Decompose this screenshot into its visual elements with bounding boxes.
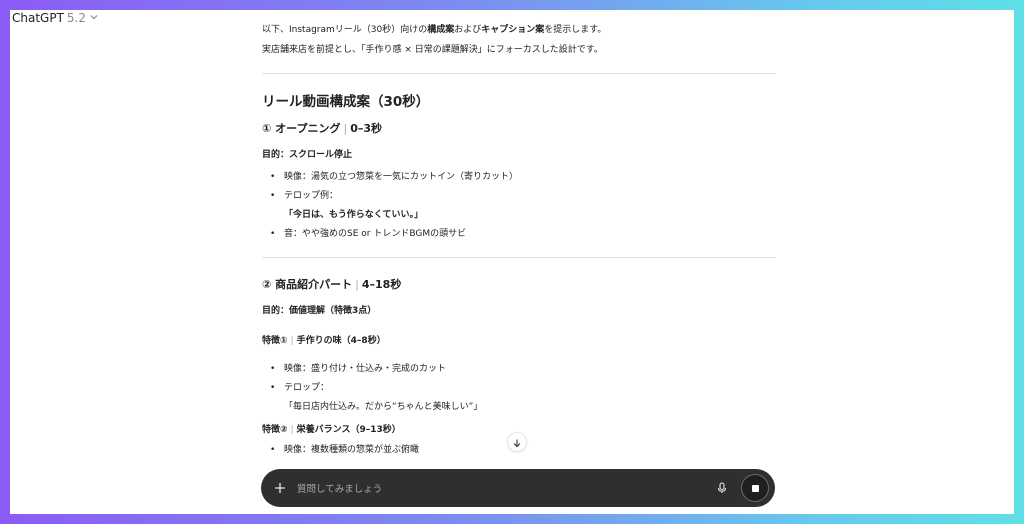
list-item-text: 映像：盛り付け・仕込み・完成のカット [284, 364, 447, 374]
section-title: ② 商品紹介パート [262, 278, 353, 291]
list-item-text: 映像：複数種類の惣菜が並ぶ俯瞰 [284, 445, 420, 455]
app-title: ChatGPT [12, 11, 64, 25]
section-heading-opening: ① オープニング | 0–3秒 [262, 122, 383, 135]
list-item: 映像：盛り付け・仕込み・完成のカット [270, 360, 776, 379]
list-item-subtext: 「今日は、もう作らなくていい。」 [284, 210, 423, 220]
arrow-down-icon [512, 433, 522, 452]
feature-title: 特徴① [262, 336, 288, 346]
model-version: 5.2 [66, 11, 87, 25]
list-item: 音：やや強めのSE or トレンドBGMの頭サビ [270, 225, 776, 244]
list-item: 映像：湯気の立つ惣菜を一気にカットイン（寄りカット） [270, 168, 776, 187]
feature-detail: 栄養バランス（9–13秒） [296, 425, 401, 435]
stop-button[interactable] [741, 474, 769, 502]
chat-window: ChatGPT 5.2 以下、Instagramリール（30秒）向けの構成案およ… [10, 10, 1014, 514]
chevron-down-icon [89, 11, 99, 25]
feature-detail: 手作りの味（4–8秒） [296, 336, 386, 346]
list-item-text: テロップ例： [284, 191, 339, 201]
assistant-message: 以下、Instagramリール（30秒）向けの構成案およびキャプション案を提示し… [262, 20, 776, 460]
opening-list: 映像：湯気の立つ惣菜を一気にカットイン（寄りカット） テロップ例： 「今日は、も… [262, 168, 776, 244]
intro-line-2: 実店舗来店を前提とし、「手作り感 × 日常の課題解決」にフォーカスした設計です。 [262, 45, 603, 55]
list-item: テロップ： 「毎日店内仕込み。だから“ちゃんと美味しい”」 [270, 379, 776, 417]
section-title: ① オープニング [262, 122, 341, 135]
divider [262, 73, 776, 74]
main-heading: リール動画構成案（30秒） [262, 94, 430, 110]
message-composer: 質問してみましょう [261, 469, 775, 507]
section-heading-products: ② 商品紹介パート | 4–18秒 [262, 278, 402, 291]
section-goal: 目的：スクロール停止 [262, 150, 353, 160]
list-item-text: 音：やや強めのSE or トレンドBGMの頭サビ [284, 229, 467, 239]
list-item-text: 映像：湯気の立つ惣菜を一気にカットイン（寄りカット） [284, 172, 519, 182]
section-time: 4–18秒 [361, 278, 402, 291]
list-item-subtext: 「毎日店内仕込み。だから“ちゃんと美味しい”」 [284, 402, 483, 412]
feature-heading: 特徴① | 手作りの味（4–8秒） [262, 336, 386, 346]
feature-list: 映像：盛り付け・仕込み・完成のカット テロップ： 「毎日店内仕込み。だから“ちゃ… [262, 360, 776, 417]
divider [262, 257, 776, 258]
scroll-to-bottom-button[interactable] [507, 432, 527, 452]
microphone-icon[interactable] [715, 481, 729, 495]
list-item-text: テロップ： [284, 383, 330, 393]
model-selector[interactable]: ChatGPT 5.2 [12, 10, 99, 26]
stop-icon [751, 484, 759, 492]
plus-icon[interactable] [273, 481, 287, 495]
section-goal: 目的：価値理解（特徴3点） [262, 306, 377, 316]
intro-line-1: 以下、Instagramリール（30秒）向けの構成案およびキャプション案を提示し… [262, 25, 607, 35]
intro-text: 以下、Instagramリール（30秒）向けの構成案およびキャプション案を提示し… [262, 20, 776, 60]
section-time: 0–3秒 [350, 122, 383, 135]
prompt-input[interactable]: 質問してみましょう [297, 481, 715, 495]
list-item: テロップ例： 「今日は、もう作らなくていい。」 [270, 187, 776, 225]
feature-title: 特徴② [262, 425, 288, 435]
